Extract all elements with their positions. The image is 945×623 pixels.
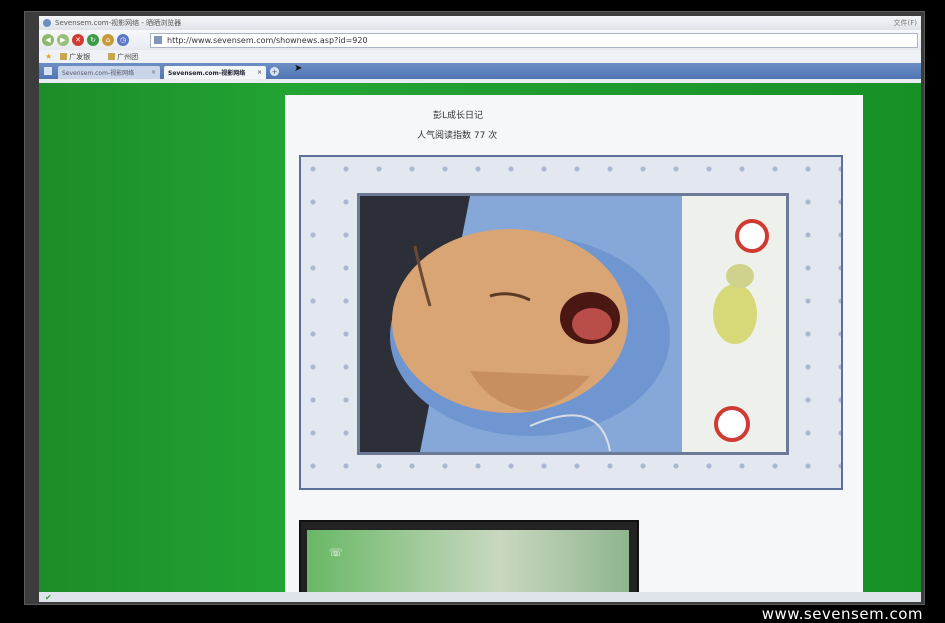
- second-photo[interactable]: ☏: [299, 520, 639, 592]
- star-icon[interactable]: ★: [45, 52, 52, 61]
- file-menu[interactable]: 文件(F): [894, 18, 918, 28]
- home-icon[interactable]: ⌂: [102, 34, 114, 46]
- close-icon[interactable]: ×: [151, 69, 156, 76]
- folder-icon: [60, 53, 68, 60]
- article-panel: 彭L成长日记 人气阅读指数 77 次 ☏: [285, 95, 863, 592]
- favorite-item[interactable]: 广发银: [60, 52, 90, 62]
- watermark: www.sevensem.com: [761, 605, 923, 623]
- baby-photo-illustration: [360, 196, 786, 452]
- favorite-item[interactable]: 广州团: [108, 52, 138, 62]
- mouse-cursor-icon: ➤: [294, 63, 303, 74]
- monitor-photo-frame: Sevensem.com-视影网络 - 晒晒浏览器 文件(F) ◀ ▶ ✕ ↻ …: [24, 11, 925, 605]
- favorites-bar: ★ 广发银 广州团: [39, 50, 921, 63]
- window-title: Sevensem.com-视影网络 - 晒晒浏览器: [55, 19, 182, 27]
- tab-list-icon[interactable]: [44, 67, 52, 75]
- forward-arrow-icon[interactable]: ▶: [57, 34, 69, 46]
- back-arrow-icon[interactable]: ◀: [42, 34, 54, 46]
- tab-2[interactable]: Sevensem.com-视影网络 ×: [164, 66, 266, 79]
- stop-icon[interactable]: ✕: [72, 34, 84, 46]
- browser-window: Sevensem.com-视影网络 - 晒晒浏览器 文件(F) ◀ ▶ ✕ ↻ …: [39, 16, 921, 602]
- check-icon: ✔: [45, 592, 52, 602]
- url-text: http://www.sevensem.com/shownews.asp?id=…: [167, 35, 368, 45]
- address-bar[interactable]: http://www.sevensem.com/shownews.asp?id=…: [150, 32, 918, 48]
- page-icon: [154, 36, 162, 44]
- refresh-icon[interactable]: ↻: [87, 34, 99, 46]
- browser-logo-icon: [43, 19, 51, 27]
- tab-1[interactable]: Sevensem.com-视影网络 ×: [58, 66, 160, 79]
- tab-label: Sevensem.com-视影网络: [168, 70, 246, 77]
- folder-icon: [108, 53, 116, 60]
- history-icon[interactable]: ◷: [117, 34, 129, 46]
- tab-label: Sevensem.com-视影网络: [62, 70, 135, 77]
- favorite-label: 广州团: [117, 52, 139, 61]
- status-bar: ✔: [39, 592, 921, 602]
- page-viewport: 彭L成长日记 人气阅读指数 77 次 ☏: [39, 83, 921, 592]
- read-count: 人气阅读指数 77 次: [417, 131, 498, 141]
- baby-photo[interactable]: [357, 193, 789, 455]
- tab-bar: Sevensem.com-视影网络 × Sevensem.com-视影网络 × …: [39, 63, 921, 79]
- photo-card: [299, 155, 843, 490]
- favorite-label: 广发银: [69, 52, 91, 61]
- article-title: 彭L成长日记: [433, 111, 484, 121]
- close-icon[interactable]: ×: [257, 69, 262, 76]
- plus-icon[interactable]: +: [270, 67, 279, 76]
- signal-icon: ☏: [329, 546, 343, 559]
- navigation-toolbar: ◀ ▶ ✕ ↻ ⌂ ◷ http://www.sevensem.com/show…: [39, 30, 921, 50]
- phone-screen-photo: ☏: [307, 530, 629, 592]
- title-bar: Sevensem.com-视影网络 - 晒晒浏览器 文件(F): [39, 16, 921, 30]
